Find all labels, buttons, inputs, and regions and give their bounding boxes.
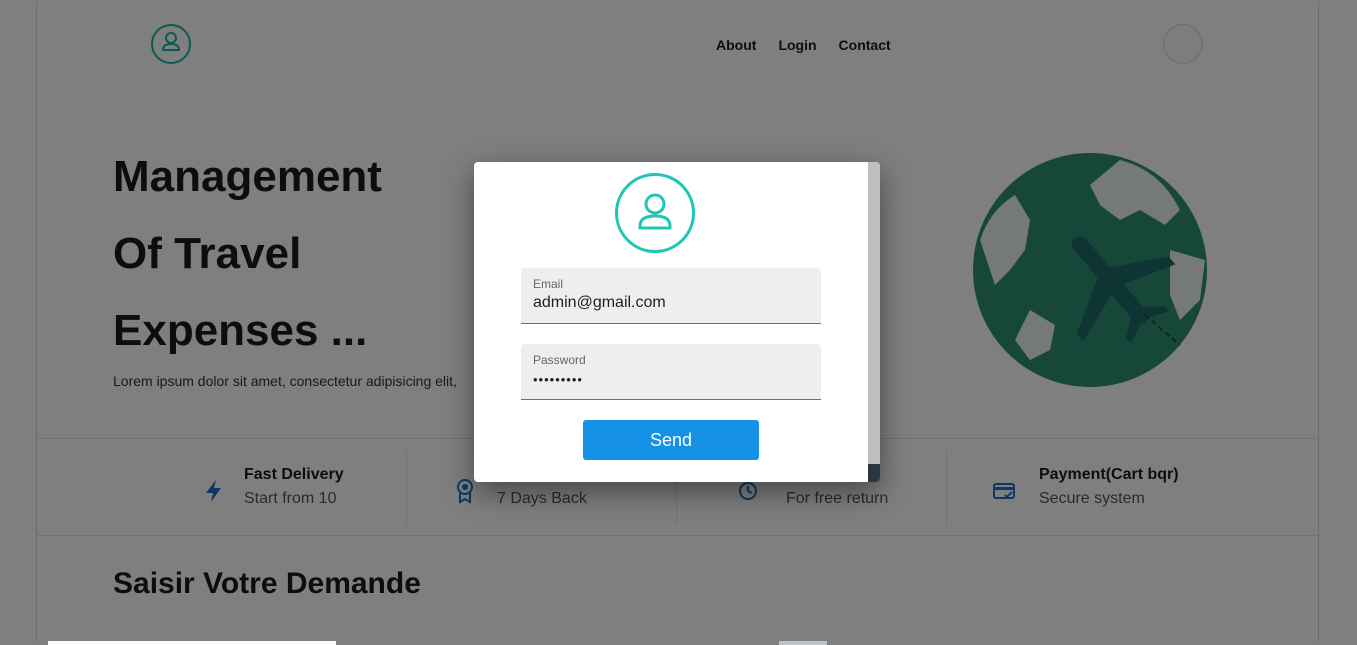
password-label: Password (533, 353, 586, 367)
modal-scrollbar[interactable] (868, 162, 880, 482)
bottom-strip (48, 641, 336, 645)
bottom-strip-secondary (779, 641, 827, 645)
send-button[interactable]: Send (583, 420, 759, 460)
user-icon (615, 173, 695, 253)
login-modal: Email Password ••••••••• Send (474, 162, 880, 482)
modal-scrollbar-thumb[interactable] (868, 464, 880, 482)
password-field[interactable]: Password ••••••••• (521, 344, 821, 400)
email-label: Email (533, 277, 564, 291)
email-input[interactable] (533, 294, 809, 312)
password-input[interactable]: ••••••••• (533, 372, 809, 387)
email-field[interactable]: Email (521, 268, 821, 324)
